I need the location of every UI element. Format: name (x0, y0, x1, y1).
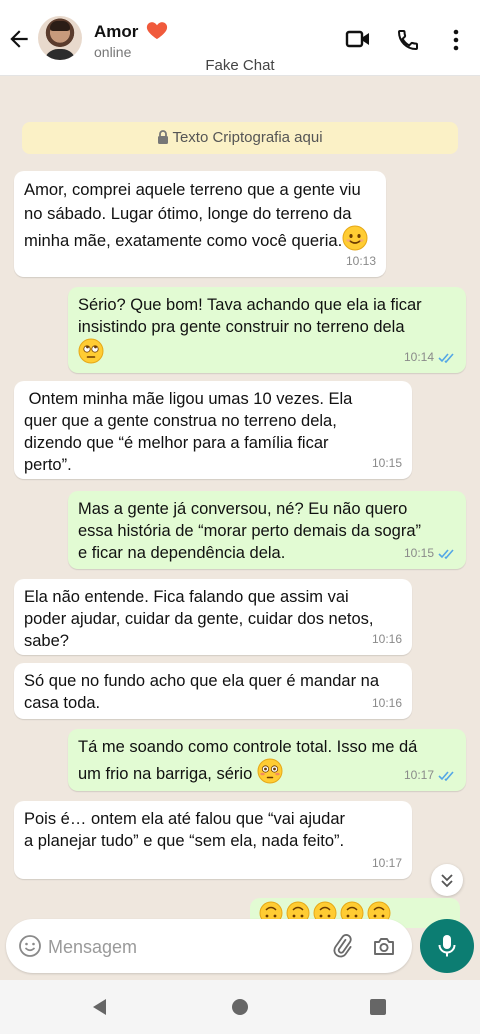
chat-area: Texto Criptografia aqui Amor, comprei aq… (0, 76, 480, 976)
contact-name[interactable]: Amor (94, 22, 138, 42)
read-receipt-icon (438, 352, 454, 363)
attachment-icon[interactable] (330, 934, 354, 958)
message-outgoing[interactable]: Mas a gente já conversou, né? Eu não que… (68, 491, 466, 569)
message-incoming[interactable]: Ontem minha mãe ligou umas 10 vezes. Ela… (14, 381, 412, 479)
message-time: 10:17 (371, 856, 402, 870)
scroll-to-bottom-button[interactable] (431, 864, 463, 896)
read-receipt-icon (438, 770, 454, 781)
message-composer (6, 919, 412, 973)
smiling-face-icon (342, 225, 368, 251)
flushed-face-icon (257, 758, 283, 784)
eye-roll-face-icon (78, 338, 104, 364)
message-time: 10:15 (371, 456, 402, 470)
message-time: 10:17 (403, 768, 434, 782)
message-time: 10:16 (371, 632, 402, 646)
read-receipt-icon (438, 548, 454, 559)
phone-call-icon[interactable] (396, 28, 420, 52)
message-incoming[interactable]: Ela não entende. Fica falando que assim … (14, 579, 412, 655)
message-text: Mas a gente já conversou, né? Eu não que… (78, 500, 421, 562)
back-arrow-icon[interactable] (6, 26, 32, 52)
message-text: Tá me soando como controle total. Isso m… (78, 738, 418, 783)
voice-message-button[interactable] (420, 919, 474, 973)
message-incoming[interactable]: Só que no fundo acho que ela quer é mand… (14, 663, 412, 719)
message-text: Só que no fundo acho que ela quer é mand… (24, 672, 380, 712)
message-outgoing[interactable]: Sério? Que bom! Tava achando que ela ia … (68, 287, 466, 373)
avatar[interactable] (38, 16, 82, 60)
message-time: 10:13 (345, 254, 376, 268)
nav-back-icon[interactable] (90, 997, 110, 1017)
encryption-notice[interactable]: Texto Criptografia aqui (22, 122, 458, 154)
heart-icon (146, 22, 168, 39)
message-time: 10:16 (371, 696, 402, 710)
message-text: Sério? Que bom! Tava achando que ela ia … (78, 296, 422, 336)
message-text: Ontem minha mãe ligou umas 10 vezes. Ela… (24, 390, 353, 474)
message-text: Pois é… ontem ela até falou que “vai aju… (24, 810, 346, 850)
message-outgoing[interactable]: Tá me soando como controle total. Isso m… (68, 729, 466, 791)
nav-recents-icon[interactable] (368, 997, 388, 1017)
message-time: 10:15 (403, 546, 434, 560)
emoji-picker-icon[interactable] (18, 934, 42, 958)
video-call-icon[interactable] (345, 28, 371, 50)
message-time: 10:14 (403, 350, 434, 364)
camera-icon[interactable] (372, 934, 396, 958)
message-incoming[interactable]: Amor, comprei aquele terreno que a gente… (14, 171, 386, 277)
message-incoming[interactable]: Pois é… ontem ela até falou que “vai aju… (14, 801, 412, 879)
chat-header: Amor online Fake Chat (0, 0, 480, 76)
system-navigation-bar (0, 980, 480, 1034)
message-input[interactable] (48, 933, 318, 961)
more-options-icon[interactable] (448, 28, 464, 52)
message-text: Ela não entende. Fica falando que assim … (24, 588, 374, 650)
lock-icon (158, 130, 169, 144)
encryption-text: Texto Criptografia aqui (172, 129, 323, 146)
microphone-icon (438, 935, 456, 957)
message-text: Amor, comprei aquele terreno que a gente… (24, 180, 361, 250)
double-chevron-down-icon (441, 874, 453, 888)
app-title: Fake Chat (205, 57, 275, 74)
nav-home-icon[interactable] (230, 997, 250, 1017)
